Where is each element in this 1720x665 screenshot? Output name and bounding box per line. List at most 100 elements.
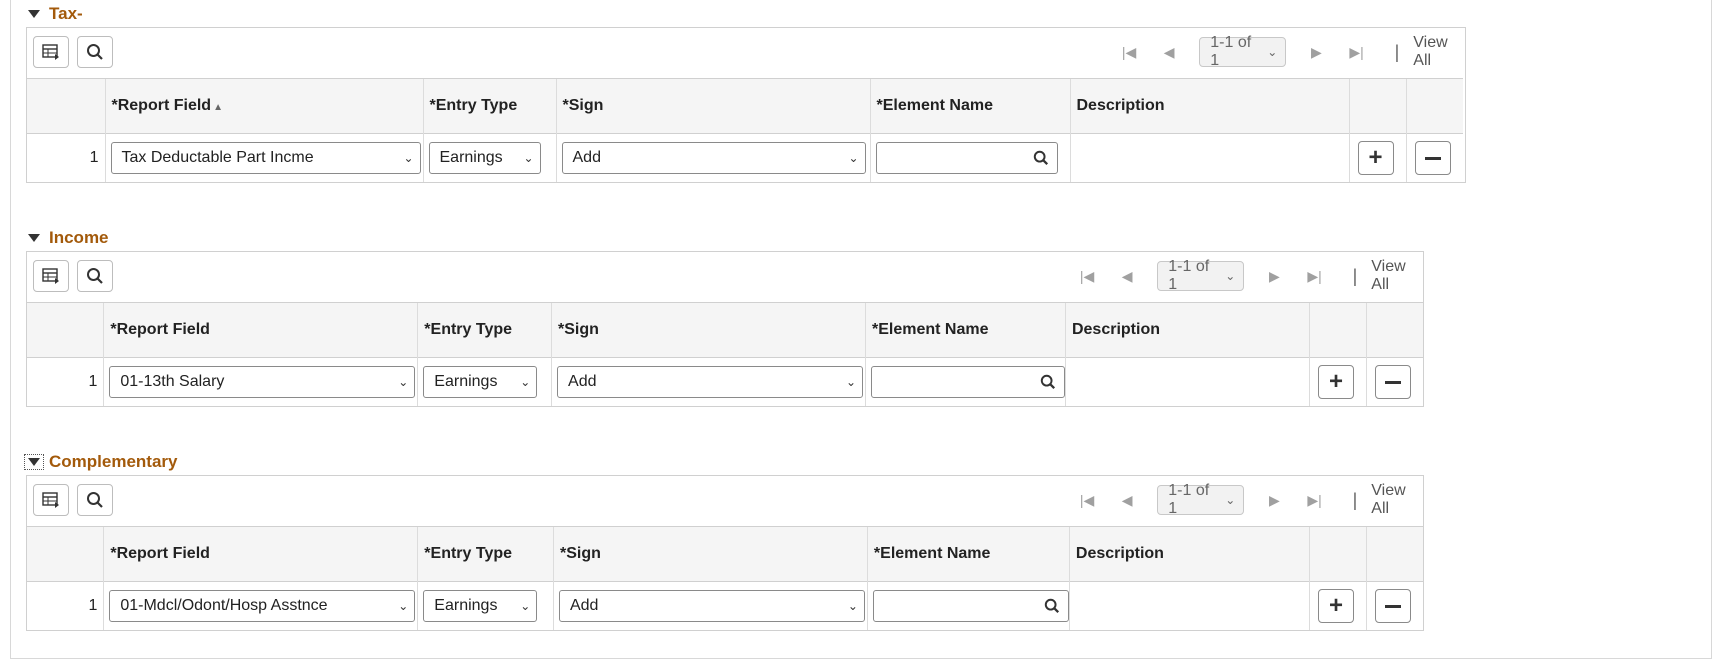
column-header-description: Description [1068, 526, 1310, 582]
view-all-link[interactable]: View All [1413, 34, 1465, 70]
column-header-report-field[interactable]: *Report Field ▲ [104, 78, 423, 134]
chevron-down-icon: ⌄ [845, 375, 857, 389]
add-cell: + [1348, 133, 1406, 182]
add-row-button[interactable]: + [1357, 141, 1394, 175]
chevron-down-icon: ⌄ [1225, 493, 1236, 507]
personalize-button[interactable] [33, 36, 69, 68]
column-header-rownum [27, 78, 105, 134]
table-row: 1 Tax Deductable Part Incme ⌄ Earnings ⌄ A… [27, 133, 1463, 182]
previous-page-icon[interactable]: ◀ [1157, 40, 1181, 64]
first-page-icon[interactable]: |◀ [1117, 40, 1141, 64]
entry-type-select[interactable]: Earnings ⌄ [423, 366, 538, 398]
element-name-input[interactable] [870, 366, 1065, 398]
chevron-down-icon: ⌄ [398, 375, 409, 389]
column-header-entry-type: *Entry Type [417, 526, 554, 582]
description-cell [1069, 133, 1349, 182]
separator: | [1394, 41, 1400, 62]
search-icon[interactable] [1033, 150, 1049, 166]
next-page-icon[interactable]: ▶ [1262, 488, 1286, 512]
grid-table: *Report Field ▲ *Entry Type *Sign *Elemen… [27, 78, 1463, 182]
column-header-delete [1365, 302, 1423, 358]
view-all-link[interactable]: View All [1371, 258, 1423, 294]
last-page-icon[interactable]: ▶| [1302, 488, 1326, 512]
report-field-select[interactable]: 01-13th Salary ⌄ [109, 366, 416, 398]
delete-row-button[interactable] [1414, 141, 1451, 175]
triangle-down-icon[interactable] [28, 234, 40, 242]
grid-settings-icon [42, 44, 59, 60]
chevron-down-icon: ⌄ [520, 599, 531, 613]
delete-row-button[interactable] [1374, 365, 1411, 399]
chevron-down-icon: ⌄ [520, 375, 531, 389]
header-row: *Report Field *Entry Type *Sign *Element… [27, 526, 1423, 582]
column-header-add [1308, 302, 1367, 358]
page-range-select[interactable]: 1-1 of 1 ⌄ [1199, 34, 1287, 69]
triangle-down-icon[interactable] [28, 10, 40, 18]
grid-toolbar: |◀ ◀ 1-1 of 1 ⌄ ▶ ▶| | View All [27, 476, 1423, 526]
last-page-icon[interactable]: ▶| [1344, 40, 1368, 64]
entry-type-cell: Earnings ⌄ [417, 581, 554, 630]
chevron-down-icon: ⌄ [1225, 269, 1236, 283]
pager: |◀ ◀ 1-1 of 1 ⌄ ▶ ▶| | View All [1109, 34, 1465, 70]
page-range-select[interactable]: 1-1 of 1 ⌄ [1157, 258, 1245, 293]
separator: | [1352, 489, 1358, 510]
sign-select[interactable]: Add ⌄ [561, 142, 866, 174]
column-header-sign: *Sign [551, 302, 866, 358]
entry-type-select[interactable]: Earnings ⌄ [428, 142, 541, 174]
column-header-rownum [27, 302, 104, 358]
triangle-down-icon[interactable] [24, 454, 44, 470]
page-range-select[interactable]: 1-1 of 1 ⌄ [1157, 482, 1245, 517]
column-header-description: Description [1069, 78, 1349, 134]
element-name-input[interactable] [875, 142, 1058, 174]
report-field-cell: 01-Mdcl/Odont/Hosp Asstnce ⌄ [103, 581, 418, 630]
element-name-cell [866, 581, 1070, 630]
column-header-element-name: *Element Name [869, 78, 1070, 134]
page-range: 1-1 of 1 [1168, 258, 1210, 293]
add-cell: + [1308, 357, 1367, 406]
report-field-select[interactable]: 01-Mdcl/Odont/Hosp Asstnce ⌄ [109, 590, 416, 622]
table-row: 1 01-13th Salary ⌄ Earnings ⌄ Add ⌄ + [27, 357, 1423, 406]
first-page-icon[interactable]: |◀ [1075, 488, 1099, 512]
chevron-down-icon: ⌄ [847, 599, 858, 613]
find-button[interactable] [77, 484, 113, 516]
header-row: *Report Field ▲ *Entry Type *Sign *Elemen… [27, 78, 1463, 134]
add-row-button[interactable]: + [1317, 365, 1354, 399]
previous-page-icon[interactable]: ◀ [1115, 264, 1139, 288]
search-icon[interactable] [1040, 374, 1056, 390]
add-row-button[interactable]: + [1317, 589, 1354, 623]
sign-cell: Add ⌄ [551, 357, 866, 406]
find-button[interactable] [77, 260, 113, 292]
column-header-element-name: *Element Name [866, 526, 1070, 582]
find-button[interactable] [77, 36, 113, 68]
grid-table: *Report Field *Entry Type *Sign *Element… [27, 526, 1423, 630]
previous-page-icon[interactable]: ◀ [1115, 488, 1139, 512]
column-header-sign: *Sign [552, 526, 868, 582]
search-icon [87, 268, 103, 284]
chevron-down-icon: ⌄ [398, 599, 409, 613]
grid-table: *Report Field *Entry Type *Sign *Element… [27, 302, 1423, 406]
next-page-icon[interactable]: ▶ [1304, 40, 1328, 64]
entry-type-select[interactable]: Earnings ⌄ [423, 590, 538, 622]
last-page-icon[interactable]: ▶| [1302, 264, 1326, 288]
grid-settings-icon [42, 268, 59, 284]
search-icon [87, 44, 103, 60]
view-all-link[interactable]: View All [1371, 482, 1423, 518]
plus-icon: + [1368, 144, 1383, 171]
sign-select[interactable]: Add ⌄ [558, 590, 865, 622]
grid: |◀ ◀ 1-1 of 1 ⌄ ▶ ▶| | View All *Report F… [26, 475, 1424, 631]
personalize-button[interactable] [33, 260, 69, 292]
personalize-button[interactable] [33, 484, 69, 516]
next-page-icon[interactable]: ▶ [1262, 264, 1286, 288]
sign-select[interactable]: Add ⌄ [557, 366, 864, 398]
report-field-select[interactable]: Tax Deductable Part Incme ⌄ [110, 142, 421, 174]
delete-cell [1405, 133, 1463, 182]
entry-type-cell: Earnings ⌄ [417, 357, 552, 406]
element-name-input[interactable] [872, 590, 1069, 622]
column-header-add [1308, 526, 1367, 582]
column-header-delete [1405, 78, 1463, 134]
description-cell [1064, 357, 1310, 406]
delete-row-button[interactable] [1374, 589, 1411, 623]
search-icon[interactable] [1044, 598, 1060, 614]
column-header-report-field: *Report Field [103, 302, 418, 358]
report-field-cell: Tax Deductable Part Incme ⌄ [104, 133, 423, 182]
first-page-icon[interactable]: |◀ [1075, 264, 1099, 288]
